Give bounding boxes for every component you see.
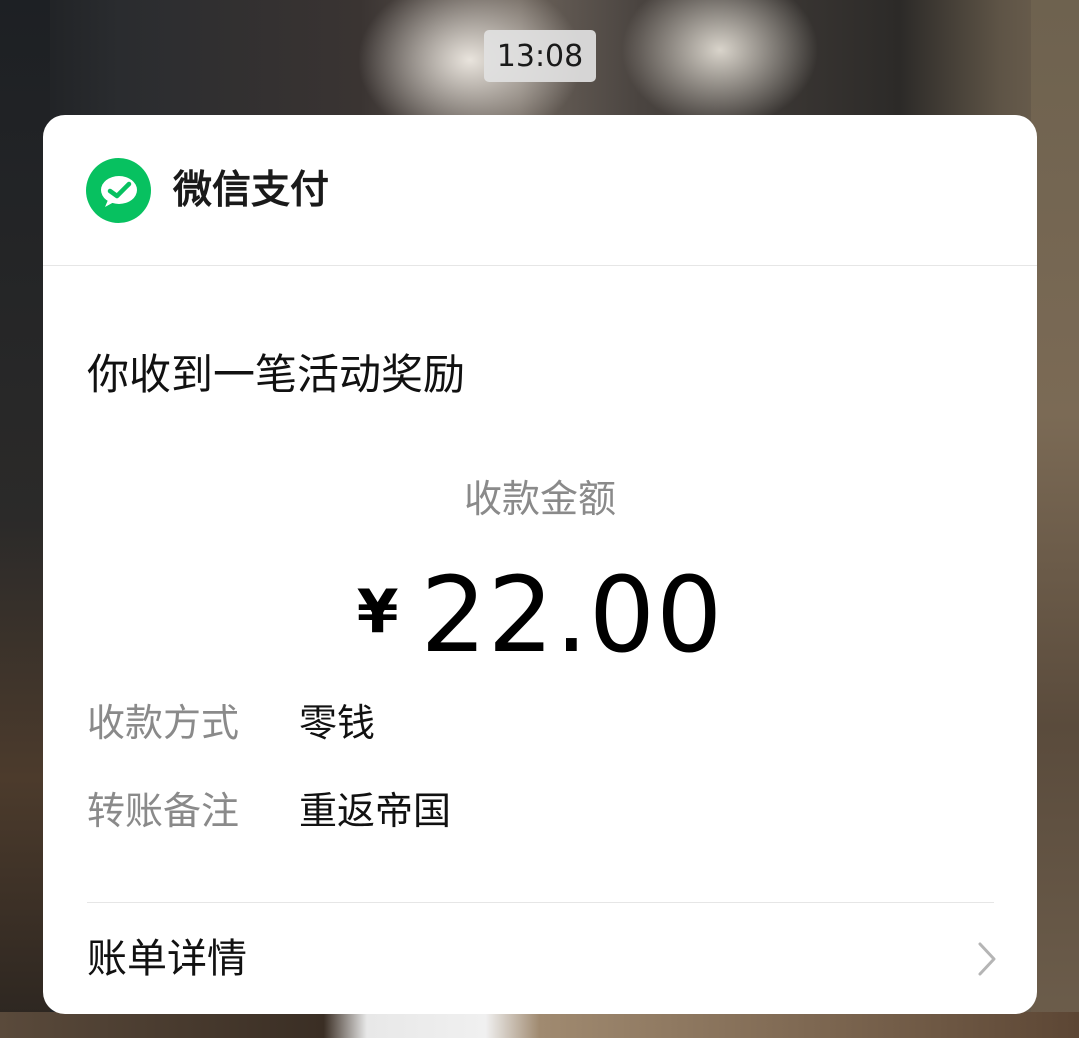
- bill-details-label: 账单详情: [87, 936, 247, 982]
- card-header: 微信支付: [43, 115, 1037, 266]
- detail-row-payment-method: 收款方式 零钱: [87, 695, 375, 751]
- detail-value: 零钱: [299, 701, 376, 745]
- chevron-right-icon: [977, 941, 997, 981]
- chat-background-bottom-edge: [0, 1012, 1079, 1038]
- brand-name: 微信支付: [173, 168, 330, 213]
- amount-value: 22.00: [420, 554, 724, 676]
- detail-row-transfer-note: 转账备注 重返帝国: [87, 783, 451, 839]
- payment-notification-card[interactable]: 微信支付 你收到一笔活动奖励 收款金额 ¥22.00 收款方式 零钱 转账备注 重返…: [43, 115, 1037, 1014]
- message-timestamp: 13:08: [484, 30, 596, 82]
- wechat-pay-icon: [86, 158, 151, 223]
- amount-label: 收款金额: [463, 477, 616, 521]
- bill-details-link[interactable]: 账单详情: [43, 903, 1037, 1014]
- detail-key: 转账备注: [87, 789, 240, 833]
- detail-key: 收款方式: [87, 701, 240, 745]
- chat-background-right-edge: [1031, 0, 1079, 1038]
- notification-title: 你收到一笔活动奖励: [87, 350, 466, 399]
- amount-display: ¥22.00: [43, 563, 1037, 673]
- detail-value: 重返帝国: [299, 789, 452, 833]
- currency-symbol: ¥: [356, 577, 399, 647]
